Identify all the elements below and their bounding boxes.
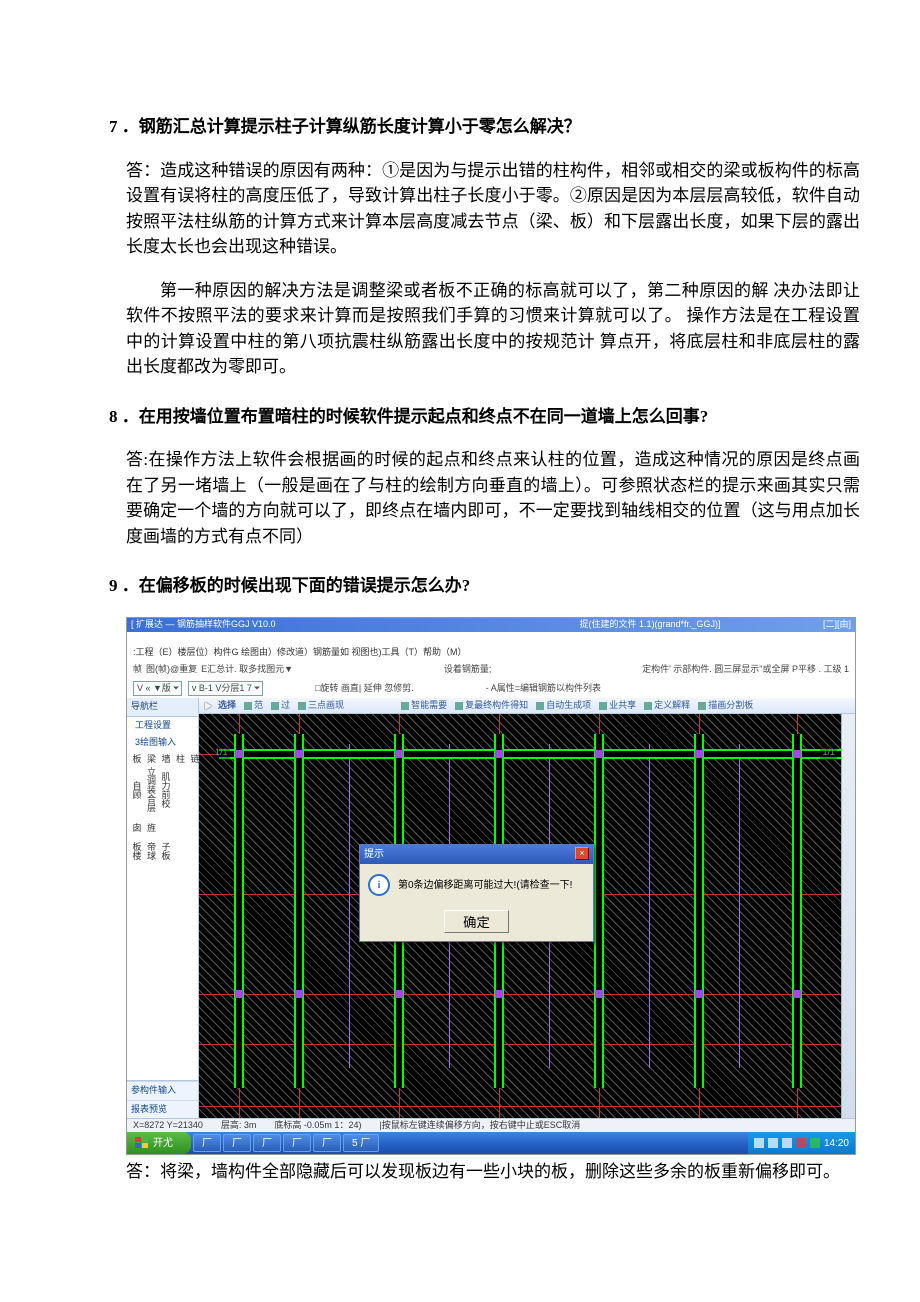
tray-icon[interactable] (768, 1138, 778, 1148)
window-title-right: [二][由] (823, 618, 851, 632)
canvas-panel: 选择 范 过 三点画现 智能需要 复最终构件得知 自动生成项 业共享 定义解释 … (199, 698, 855, 1118)
tray-icon[interactable] (810, 1138, 820, 1148)
ct-item[interactable]: 业共享 (599, 699, 636, 713)
info-icon: i (368, 874, 390, 896)
windows-logo-icon (135, 1137, 149, 1149)
close-icon[interactable]: × (575, 847, 589, 860)
axis-label-right: 1/1 (820, 746, 837, 760)
ct-item[interactable]: 范 (244, 699, 263, 713)
ok-button[interactable]: 确定 (444, 910, 509, 933)
select-tool[interactable]: 选择 (205, 699, 236, 713)
status-bar: X=8272 Y=21340 层高: 3m 底标高 -0.05m 1：24) |… (127, 1118, 855, 1132)
tray-icon[interactable] (782, 1138, 792, 1148)
tb-right[interactable]: 定构件' 示部构件. 圆三屏显示"或全屏 P平移 . 工级 1 (642, 663, 849, 677)
q7-title: 7 ．钢筋汇总计算提示柱子计算纵筋长度计算小于零怎么解决？ (126, 114, 860, 140)
tb-item[interactable]: 帧 (133, 663, 142, 677)
cursor-icon (205, 702, 216, 710)
vertical-scrollbar[interactable] (841, 714, 855, 1118)
dialog-title: 提示 (364, 847, 384, 862)
q8-answer: 答:在操作方法上软件会根据画的时候的起点和终点来认柱的位置，造成这种情况的原因是… (126, 447, 860, 549)
q9-title: 9 ．在偏移板的时候出现下面的错误提示怎么办? (126, 573, 860, 599)
status-layer: 层高: 3m (221, 1119, 257, 1133)
ct-item[interactable]: 自动生成项 (536, 699, 591, 713)
q8-title: 8 ．在用按墙位置布置暗柱的时候软件提示起点和终点不在同一道墙上怎么回事? (126, 404, 860, 430)
message-dialog: 提示 × i 第0条边偏移距离可能过大!(请检查一下! 确定 (359, 844, 594, 942)
canvas-toolbar: 选择 范 过 三点画现 智能需要 复最终构件得知 自动生成项 业共享 定义解释 … (199, 698, 855, 714)
status-coord: X=8272 Y=21340 (133, 1119, 203, 1133)
ct-item[interactable]: 三点画现 (298, 699, 344, 713)
nav-item-project-setting[interactable]: 工程设置 (127, 717, 198, 735)
taskbar-task[interactable]: 厂 (193, 1134, 221, 1152)
work-area: 导航栏 工程设置 3绘图输入 图链 柱墙 梁板 肌力前校立调装合层 自顾 旌囱 (127, 698, 855, 1118)
window-title-left: [ 扩展达 — 钢筋抽样软件GGJ V10.0 (131, 618, 477, 632)
taskbar-task[interactable]: 厂 (313, 1134, 341, 1152)
dropdown-component[interactable]: v B-1 V分层1 7 (188, 681, 263, 697)
window-titlebar: [ 扩展达 — 钢筋抽样软件GGJ V10.0 提(住建的文件 1.1)(gra… (127, 618, 855, 632)
taskbar-task[interactable]: 5 厂 (343, 1134, 379, 1152)
start-button[interactable]: 开尤 (127, 1132, 191, 1154)
drawing-canvas[interactable]: 1/1 1/1 提示 × i 第0条边偏移距离可能过大!(请检查一下! 确定 (199, 714, 855, 1118)
tray-icon[interactable] (796, 1138, 806, 1148)
menu-items[interactable]: :工程（E）楼层位）构件G 绘图由）修改道）钢筋量如 视图也)工具（T）帮助（M… (133, 646, 467, 660)
ct-item[interactable]: 定义解释 (644, 699, 690, 713)
q7-answer-p2: 第一种原因的解决方法是调整梁或者板不正确的标高就可以了，第二种原因的解 决办法即… (126, 278, 860, 380)
tb-mid[interactable]: 设着钢筋量; (444, 663, 492, 677)
q7-answer-p1: 答：造成这种错误的原因有两种：①是因为与提示出错的柱构件，相邻或相交的梁或板构件… (126, 158, 860, 260)
status-elev: 底标高 -0.05m 1：24) (274, 1119, 361, 1133)
axis-label-left: 1/1 (213, 746, 230, 760)
nav-component-tree[interactable]: 图链 柱墙 梁板 肌力前校立调装合层 自顾 旌囱 子板帝球 板楼 (127, 752, 198, 1081)
ct-item[interactable]: 智能需要 (401, 699, 447, 713)
tb2-prop-group[interactable]: - A属性=编辑钢筋以构件列表 (486, 682, 601, 696)
taskbar-task[interactable]: 厂 (283, 1134, 311, 1152)
nav-header: 导航栏 (127, 698, 198, 717)
taskbar-task[interactable]: 厂 (253, 1134, 281, 1152)
tray-icon[interactable] (754, 1138, 764, 1148)
ct-item[interactable]: 复最终构件得知 (455, 699, 528, 713)
windows-taskbar: 开尤 厂 厂 厂 厂 厂 5 厂 14:20 (127, 1132, 855, 1154)
dialog-titlebar[interactable]: 提示 × (360, 845, 593, 864)
embedded-screenshot: [ 扩展达 — 钢筋抽样软件GGJ V10.0 提(住建的文件 1.1)(gra… (126, 617, 856, 1156)
tb-item[interactable]: 图(帧)@重复 (146, 663, 197, 677)
nav-panel: 导航栏 工程设置 3绘图输入 图链 柱墙 梁板 肌力前校立调装合层 自顾 旌囱 (127, 698, 199, 1118)
dialog-message: 第0条边偏移距离可能过大!(请检查一下! (398, 878, 572, 893)
tb-item[interactable]: E汇总计. 取多找图元▼ (201, 663, 293, 677)
q9-answer: 答：将梁，墙构件全部隐藏后可以发现板边有一些小块的板，删除这些多余的板重新偏移即… (126, 1159, 860, 1185)
toolbar-secondary: V « ▼版 v B-1 V分层1 7 □旋转 画直| 延伸 忽修剪. - A属… (127, 679, 855, 699)
dropdown-layer[interactable]: V « ▼版 (133, 681, 182, 697)
ct-item[interactable]: 过 (271, 699, 290, 713)
status-hint: |按鼠标左键连续偏移方向，按右键中止或ESC取消 (379, 1119, 580, 1133)
nav-foot-component-input[interactable]: 参构件输入 (127, 1081, 198, 1100)
tray-clock: 14:20 (824, 1136, 849, 1151)
system-tray[interactable]: 14:20 (748, 1132, 855, 1154)
nav-item-draw-input[interactable]: 3绘图输入 (127, 734, 198, 752)
nav-foot-report-preview[interactable]: 报表预览 (127, 1100, 198, 1119)
window-title-mid: 提(住建的文件 1.1)(grand*fr._GGJ)] (477, 618, 823, 632)
tb2-rotate-group[interactable]: □旋转 画直| 延伸 忽修剪. (315, 682, 414, 696)
menu-bar[interactable]: :工程（E）楼层位）构件G 绘图由）修改道）钢筋量如 视图也)工具（T）帮助（M… (127, 644, 855, 662)
taskbar-task[interactable]: 厂 (223, 1134, 251, 1152)
toolbar-main: 帧 图(帧)@重复 E汇总计. 取多找图元▼ 设着钢筋量; 定构件' 示部构件.… (127, 661, 855, 679)
ct-item[interactable]: 描画分割板 (698, 699, 753, 713)
